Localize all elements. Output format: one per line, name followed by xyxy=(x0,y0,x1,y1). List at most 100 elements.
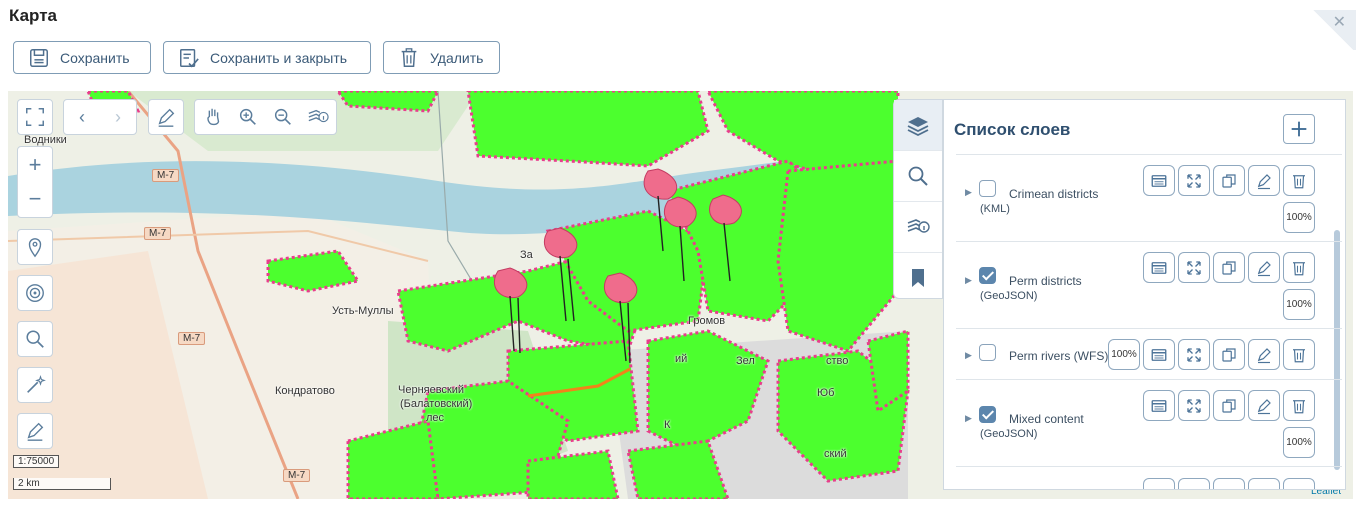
pencil-icon xyxy=(1257,398,1271,414)
layer-visibility-checkbox[interactable] xyxy=(979,180,996,197)
tab-layer-info[interactable] xyxy=(894,202,942,253)
pencil-icon xyxy=(158,108,175,127)
search-icon xyxy=(908,166,928,186)
zoom-controls[interactable]: + − xyxy=(17,146,53,218)
delete-layer-button[interactable] xyxy=(1283,252,1315,283)
zoom-to-layer-button[interactable] xyxy=(1178,252,1210,283)
magic-wand-button[interactable] xyxy=(17,367,53,403)
tab-search[interactable] xyxy=(894,151,942,202)
attribute-table-button[interactable] xyxy=(1143,165,1175,196)
layer-name: Perm districts xyxy=(1009,274,1082,288)
layer-visibility-checkbox[interactable] xyxy=(979,267,996,284)
save-and-close-button[interactable]: Сохранить и закрыть xyxy=(163,41,371,74)
copy-layer-button[interactable] xyxy=(1213,165,1245,196)
zoom-plus-icon[interactable]: + xyxy=(29,148,42,182)
layer-info-icon[interactable] xyxy=(307,106,330,128)
delete-layer-button[interactable] xyxy=(1283,339,1315,370)
place-label-vodniki: Водники xyxy=(24,134,67,146)
delete-layer-button[interactable] xyxy=(1283,390,1315,421)
pan-hand-icon[interactable] xyxy=(202,106,224,128)
geolocate-button[interactable] xyxy=(17,229,53,265)
zoom-in-icon[interactable] xyxy=(237,106,259,128)
zoom-to-layer-button[interactable] xyxy=(1178,390,1210,421)
layer-name: Perm rivers (WFS) xyxy=(1009,349,1109,363)
edit-layer-button[interactable] xyxy=(1248,252,1280,283)
expand-caret-icon[interactable]: ▶ xyxy=(965,275,972,286)
table-icon xyxy=(1151,399,1167,412)
tab-layers[interactable] xyxy=(894,100,942,151)
layer-name: Crimean districts xyxy=(1009,187,1099,201)
zoom-out-icon[interactable] xyxy=(272,106,294,128)
expand-arrows-icon xyxy=(1187,347,1201,362)
back-icon[interactable]: ‹ xyxy=(79,107,85,128)
layers-icon xyxy=(907,117,929,137)
expand-caret-icon[interactable]: ▶ xyxy=(965,187,972,198)
fullscreen-icon xyxy=(26,108,44,126)
save-label: Сохранить xyxy=(60,49,130,66)
scale-bar: 2 km xyxy=(13,478,111,490)
delete-layer-button[interactable] xyxy=(1283,478,1315,489)
map-search-button[interactable] xyxy=(17,321,53,357)
pencil-icon xyxy=(1257,260,1271,276)
copy-layer-button[interactable] xyxy=(1213,390,1245,421)
edit-layer-button[interactable] xyxy=(1248,390,1280,421)
opacity-control[interactable]: 100% xyxy=(1108,339,1140,370)
copy-layer-button[interactable] xyxy=(1213,252,1245,283)
divider xyxy=(956,466,1342,467)
map-pin-icon xyxy=(28,238,42,258)
table-icon xyxy=(1151,174,1167,187)
attribute-table-button[interactable] xyxy=(1143,252,1175,283)
save-close-icon xyxy=(180,48,199,67)
opacity-control[interactable]: 100% xyxy=(1283,202,1315,233)
save-icon xyxy=(30,48,48,67)
opacity-control[interactable]: 100% xyxy=(1283,289,1315,320)
fullscreen-button[interactable] xyxy=(17,99,53,135)
place-label-ust-mully: Усть-Муллы xyxy=(332,305,394,317)
copy-layer-button[interactable] xyxy=(1213,478,1245,489)
history-nav[interactable]: ‹ › xyxy=(63,99,137,135)
attribute-table-button[interactable] xyxy=(1143,478,1175,489)
layer-item: ▶ Perm rivers (WFS) 100% xyxy=(944,329,1334,379)
layer-visibility-checkbox[interactable] xyxy=(979,344,996,361)
target-button[interactable] xyxy=(17,275,53,311)
place-label-stvo: ство xyxy=(826,355,849,367)
zoom-to-layer-button[interactable] xyxy=(1178,165,1210,196)
edit-layer-button[interactable] xyxy=(1248,165,1280,196)
navigation-tools[interactable] xyxy=(194,99,337,135)
edit-button[interactable] xyxy=(17,413,53,449)
layer-item: ▶ Mixed content (GeoJSON) 100% xyxy=(944,380,1334,466)
delete-button[interactable]: Удалить xyxy=(383,41,500,74)
place-label-iy: ий xyxy=(675,353,688,365)
panel-scrollbar[interactable] xyxy=(1334,230,1340,470)
layer-visibility-checkbox[interactable] xyxy=(979,406,996,423)
layer-type: (GeoJSON) xyxy=(980,428,1038,440)
opacity-control[interactable]: 100% xyxy=(1283,427,1315,458)
expand-arrows-icon xyxy=(1187,173,1201,188)
panel-tabs[interactable] xyxy=(893,99,943,299)
expand-caret-icon[interactable]: ▶ xyxy=(965,413,972,424)
zoom-to-layer-button[interactable] xyxy=(1178,478,1210,489)
draw-button[interactable] xyxy=(148,99,184,135)
add-layer-button[interactable] xyxy=(1283,114,1315,144)
tab-bookmarks[interactable] xyxy=(894,253,942,303)
zoom-minus-icon[interactable]: − xyxy=(29,182,42,216)
place-label-chernyaevsky: Черняевский xyxy=(398,384,465,396)
delete-layer-button[interactable] xyxy=(1283,165,1315,196)
close-button[interactable]: ✕ xyxy=(1310,10,1356,50)
edit-layer-button[interactable] xyxy=(1248,339,1280,370)
road-label: М-7 xyxy=(144,227,172,240)
attribute-table-button[interactable] xyxy=(1143,390,1175,421)
place-label-les: лес xyxy=(426,412,445,424)
save-button[interactable]: Сохранить xyxy=(13,41,151,74)
layer-item: ▶ Perm districts (GeoJSON) 100% xyxy=(944,242,1334,328)
copy-layer-button[interactable] xyxy=(1213,339,1245,370)
layers-panel-title: Список слоев xyxy=(954,120,1071,139)
close-icon[interactable]: ✕ xyxy=(1333,12,1346,32)
forward-icon[interactable]: › xyxy=(115,107,121,128)
attribute-table-button[interactable] xyxy=(1143,339,1175,370)
window-title: Карта xyxy=(9,6,57,25)
copy-icon xyxy=(1222,173,1236,188)
edit-layer-button[interactable] xyxy=(1248,478,1280,489)
expand-caret-icon[interactable]: ▶ xyxy=(965,350,972,361)
zoom-to-layer-button[interactable] xyxy=(1178,339,1210,370)
